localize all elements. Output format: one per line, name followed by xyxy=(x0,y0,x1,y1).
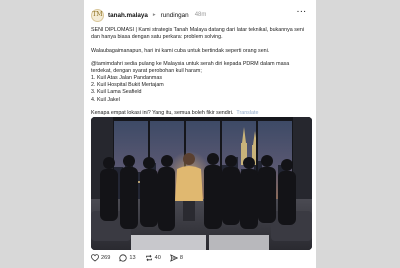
username[interactable]: tanah.malaya xyxy=(108,12,148,19)
list-item: 1. Kuil Atas Jalan Pandanmas xyxy=(91,75,162,82)
thread-post-card: TM tanah.malaya ▸ rundingan 48m ··· SENI… xyxy=(84,0,316,268)
list-item: 4. Kuil Jakel xyxy=(91,96,120,103)
post-image[interactable] xyxy=(91,117,312,250)
chevron-right-icon: ▸ xyxy=(152,12,156,18)
avatar[interactable]: TM xyxy=(91,8,104,22)
more-options-icon[interactable]: ··· xyxy=(297,9,307,16)
comment-icon xyxy=(119,254,127,262)
timestamp: 48m xyxy=(194,12,207,18)
topic-tag[interactable]: rundingan xyxy=(161,12,189,19)
repost-count: 40 xyxy=(154,255,161,261)
closing-text: Kenapa empat lokasi ini? Yang itu, semua… xyxy=(91,110,234,117)
reply-count: 13 xyxy=(129,255,136,261)
post-paragraph: Walaubagaimanapun, hari ini kami cuba un… xyxy=(91,47,270,54)
post-list: @tamimdahri sedia pulang ke Malaysia unt… xyxy=(91,61,311,104)
send-icon xyxy=(169,254,178,262)
post-paragraph: SENI DIPLOMASI | Kami strategis Tanah Ma… xyxy=(91,27,305,41)
translate-link[interactable]: Translate xyxy=(236,110,258,116)
repost-icon xyxy=(145,254,152,262)
post-body: SENI DIPLOMASI | Kami strategis Tanah Ma… xyxy=(91,27,311,117)
repost-button[interactable]: 40 xyxy=(145,254,161,262)
reply-button[interactable]: 13 xyxy=(119,254,136,262)
list-item: 2. Kuil Hospital Bukit Mertajam xyxy=(91,82,164,89)
post-header: TM tanah.malaya ▸ rundingan 48m xyxy=(91,7,206,23)
share-button[interactable]: 8 xyxy=(169,254,183,262)
heart-icon xyxy=(91,254,99,262)
post-actions: 269 13 40 8 xyxy=(91,254,183,262)
list-intro: @tamimdahri sedia pulang ke Malaysia unt… xyxy=(91,61,290,75)
share-count: 8 xyxy=(179,255,183,261)
avatar-logo: TM xyxy=(92,11,103,18)
like-button[interactable]: 269 xyxy=(91,254,110,262)
like-count: 269 xyxy=(101,255,111,261)
list-item: 3. Kuil Lama Seafield xyxy=(91,89,142,96)
office-photo-illustration xyxy=(91,117,312,250)
